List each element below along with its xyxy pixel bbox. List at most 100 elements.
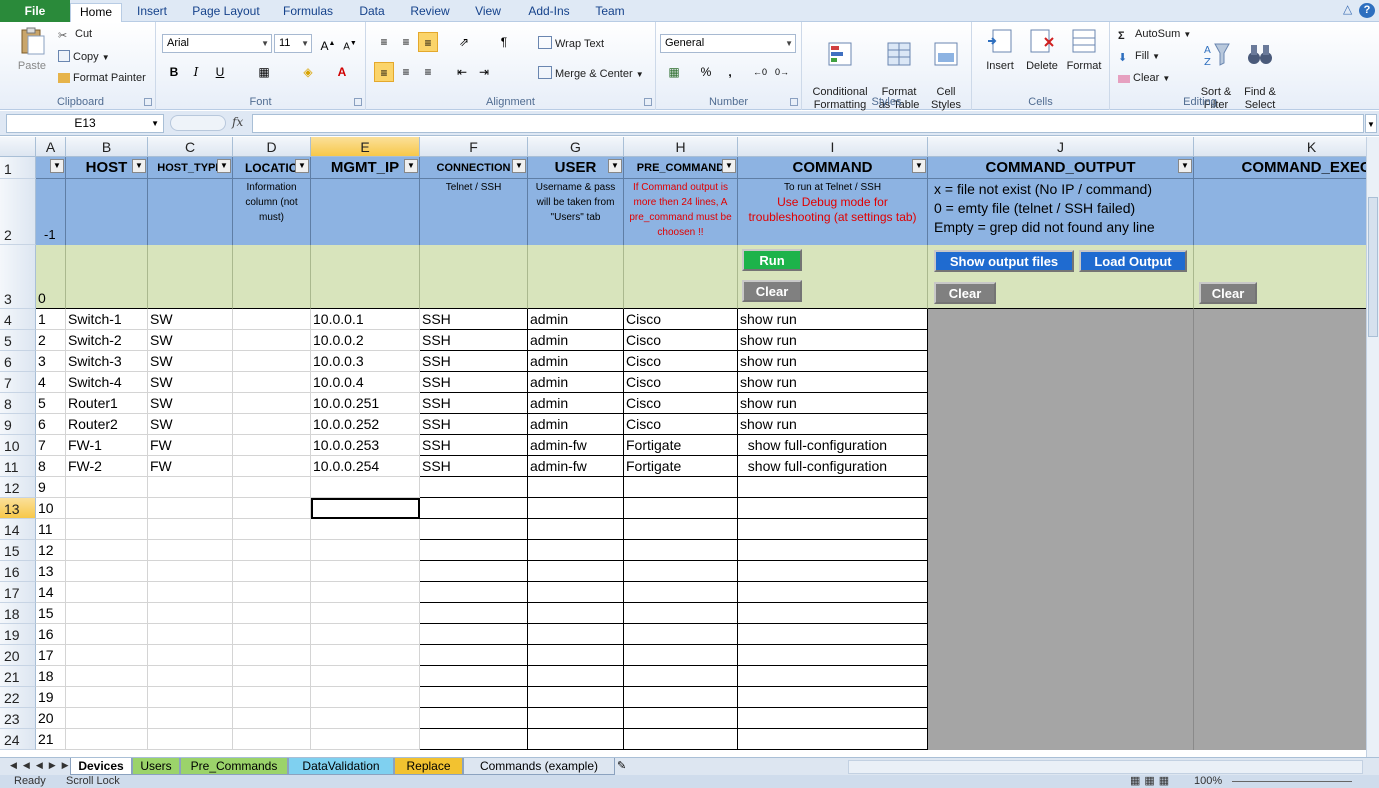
cell-g12[interactable] [528,477,624,498]
cell-i8[interactable]: show run [738,393,928,414]
cell-d5[interactable] [233,330,311,351]
underline-button[interactable]: U [210,62,230,82]
cell-f14[interactable] [420,519,528,540]
cell-d16[interactable] [233,561,311,582]
cell-b7[interactable]: Switch-4 [66,372,148,393]
decrease-decimal-icon[interactable]: 0→ [772,62,792,82]
header-cell-connection[interactable]: CONNECTION ▼ [420,157,528,179]
column-header-b[interactable]: B [66,137,148,157]
cell-c18[interactable] [148,603,233,624]
cell-e21[interactable] [311,666,420,687]
row-header-14[interactable]: 14 [0,519,36,540]
header-cell-host-type[interactable]: HOST_TYPE ▼ [148,157,233,179]
row-header-17[interactable]: 17 [0,582,36,603]
cell-d14[interactable] [233,519,311,540]
cell-a9[interactable]: 6 [36,414,66,435]
cell-i11[interactable]: show full-configuration [738,456,928,477]
copy-button[interactable]: Copy ▼ [58,50,110,64]
column-header-a[interactable]: A [36,137,66,157]
cell-d4[interactable] [233,309,311,330]
borders-icon[interactable]: ▦ [254,62,274,82]
cell-f21[interactable] [420,666,528,687]
cell-e19[interactable] [311,624,420,645]
cell-h11[interactable]: Fortigate [624,456,738,477]
vertical-scrollbar[interactable] [1366,137,1379,757]
cell-b16[interactable] [66,561,148,582]
format-painter-button[interactable]: Format Painter [58,72,146,85]
cell-h24[interactable] [624,729,738,750]
cell-a8[interactable]: 5 [36,393,66,414]
bold-button[interactable]: B [164,62,184,82]
sheet-tab-pre-commands[interactable]: Pre_Commands [180,758,288,775]
filter-dropdown-icon[interactable]: ▼ [295,159,309,173]
row-header-19[interactable]: 19 [0,624,36,645]
filter-dropdown-icon[interactable]: ▼ [912,159,926,173]
cell-i14[interactable] [738,519,928,540]
cell-g14[interactable] [528,519,624,540]
cell-h23[interactable] [624,708,738,729]
row-header-23[interactable]: 23 [0,708,36,729]
cell-a23[interactable]: 20 [36,708,66,729]
cell-i10[interactable]: show full-configuration [738,435,928,456]
cell-a10[interactable]: 7 [36,435,66,456]
cell-i4[interactable]: show run [738,309,928,330]
row-header-2[interactable]: 2 [0,179,36,245]
cell-e5[interactable]: 10.0.0.2 [311,330,420,351]
sheet-tab-commands-example[interactable]: Commands (example) [463,758,615,775]
cell-c14[interactable] [148,519,233,540]
tab-data[interactable]: Data [348,3,396,22]
wrap-text-button[interactable]: Wrap Text [538,36,604,51]
sheet-tab-datavalidation[interactable]: DataValidation [288,758,394,775]
minimize-ribbon-icon[interactable]: △ [1340,2,1356,16]
cell-h5[interactable]: Cisco [624,330,738,351]
cell-i16[interactable] [738,561,928,582]
column-header-e[interactable]: E [311,137,420,157]
cell-a4[interactable]: 1 [36,309,66,330]
cell-h9[interactable]: Cisco [624,414,738,435]
cell-a19[interactable]: 16 [36,624,66,645]
cell-e8[interactable]: 10.0.0.251 [311,393,420,414]
increase-indent-icon[interactable]: ⇥ [474,62,494,82]
percent-button[interactable]: % [696,62,716,82]
show-output-files-button[interactable]: Show output files [934,250,1074,272]
cell-a21[interactable]: 18 [36,666,66,687]
header-cell-user[interactable]: USER ▼ [528,157,624,179]
cell-h20[interactable] [624,645,738,666]
cell-f7[interactable]: SSH [420,372,528,393]
column-header-j[interactable]: J [928,137,1194,157]
cell-g15[interactable] [528,540,624,561]
cell-e18[interactable] [311,603,420,624]
cell-c20[interactable] [148,645,233,666]
cell-c8[interactable]: SW [148,393,233,414]
cell-f8[interactable]: SSH [420,393,528,414]
cell-c12[interactable] [148,477,233,498]
font-launcher-icon[interactable] [354,98,362,106]
column-header-h[interactable]: H [624,137,738,157]
filter-dropdown-icon[interactable]: ▼ [722,159,736,173]
run-button[interactable]: Run [742,249,802,271]
tab-team[interactable]: Team [586,3,634,22]
row-header-10[interactable]: 10 [0,435,36,456]
filter-dropdown-icon[interactable]: ▼ [217,159,231,173]
row-header-9[interactable]: 9 [0,414,36,435]
cell-a13[interactable]: 10 [36,498,66,519]
cell-a15[interactable]: 12 [36,540,66,561]
insert-cells-button[interactable]: Insert [978,26,1022,73]
column-header-g[interactable]: G [528,137,624,157]
cell-d9[interactable] [233,414,311,435]
cell-f15[interactable] [420,540,528,561]
format-cells-button[interactable]: Format [1062,26,1106,73]
cell-g23[interactable] [528,708,624,729]
column-header-i[interactable]: I [738,137,928,157]
header-cell-mgmt-ip[interactable]: MGMT_IP ▼ [311,157,420,179]
row-header-5[interactable]: 5 [0,330,36,351]
cell-e20[interactable] [311,645,420,666]
row-header-13[interactable]: 13 [0,498,36,519]
cell-f4[interactable]: SSH [420,309,528,330]
cell-c24[interactable] [148,729,233,750]
cell-h7[interactable]: Cisco [624,372,738,393]
tab-insert[interactable]: Insert [126,3,178,22]
row-header-8[interactable]: 8 [0,393,36,414]
delete-cells-button[interactable]: Delete [1020,26,1064,73]
cell-d6[interactable] [233,351,311,372]
